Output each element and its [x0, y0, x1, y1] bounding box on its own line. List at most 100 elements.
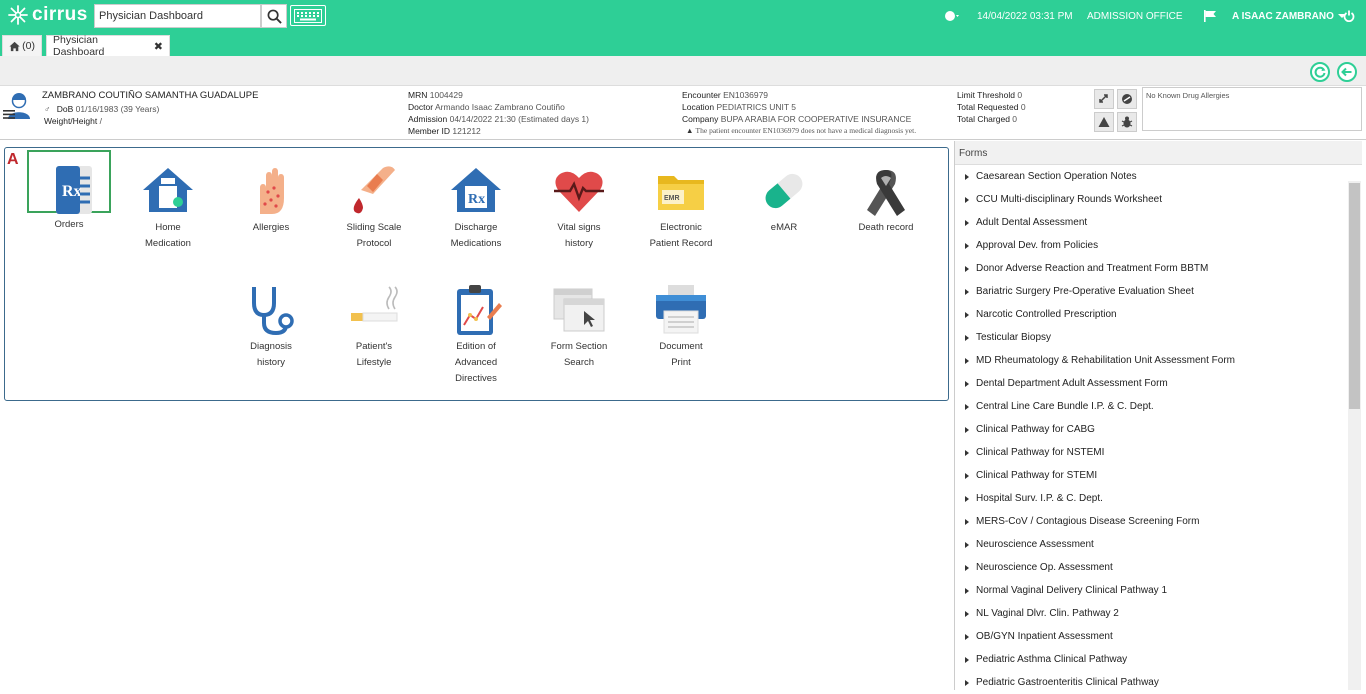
tile-allergies[interactable]: Allergies	[226, 164, 316, 236]
office-name[interactable]: ADMISSION OFFICE	[1087, 0, 1183, 32]
search-button[interactable]	[261, 4, 287, 28]
form-list-item[interactable]: NL Vaginal Dlvr. Clin. Pathway 2	[955, 602, 1347, 625]
form-list-item[interactable]: Hospital Surv. I.P. & C. Dept.	[955, 487, 1347, 510]
discharge-label-1: Discharge	[454, 222, 498, 233]
emar-label: eMAR	[770, 222, 798, 233]
home-medication-label-2: Medication	[145, 238, 191, 249]
search-input[interactable]	[94, 4, 261, 28]
vital-signs-label-2: history	[565, 238, 593, 249]
window-cursor-icon	[553, 288, 605, 332]
tab-label: Physician Dashboard	[53, 34, 105, 58]
form-list-item[interactable]: Donor Adverse Reaction and Treatment For…	[955, 257, 1347, 280]
encounter-value: EN1036979	[723, 90, 769, 100]
refresh-icon[interactable]	[1310, 62, 1330, 82]
advanced-directives-label-3: Directives	[455, 373, 497, 384]
tab-physician-dashboard[interactable]: Physician Dashboard ✖	[46, 34, 170, 58]
back-icon[interactable]	[1337, 62, 1357, 82]
form-list-item[interactable]: Bariatric Surgery Pre-Operative Evaluati…	[955, 280, 1347, 303]
caret-right-icon	[965, 564, 969, 571]
form-item-label: Pediatric Asthma Clinical Pathway	[976, 654, 1128, 665]
form-list-item[interactable]: Clinical Pathway for CABG	[955, 418, 1347, 441]
tile-emar[interactable]: eMAR	[739, 164, 829, 236]
caret-right-icon	[965, 633, 969, 640]
menu-icon[interactable]	[3, 110, 15, 119]
form-list-item[interactable]: Neuroscience Assessment	[955, 533, 1347, 556]
tab-home[interactable]: (0)	[2, 35, 42, 56]
orders-label: Orders	[54, 219, 84, 230]
tile-patient-lifestyle[interactable]: Patient's Lifestyle	[329, 283, 419, 371]
forms-list: Caesarean Section Operation Notes CCU Mul…	[955, 165, 1347, 694]
form-item-label: Testicular Biopsy	[976, 332, 1052, 343]
death-record-label: Death record	[858, 222, 914, 233]
charged-value: 0	[1012, 114, 1018, 124]
member-id-label: Member ID	[408, 126, 451, 136]
snowflake-icon	[8, 5, 28, 25]
form-list-item[interactable]: Adult Dental Assessment	[955, 211, 1347, 234]
tile-vital-signs[interactable]: Vital signs history	[534, 164, 624, 252]
bug-icon	[1121, 116, 1133, 128]
dob-label: DoB	[56, 104, 74, 114]
tile-advanced-directives[interactable]: Edition of Advanced Directives	[431, 283, 521, 387]
form-list-item[interactable]: Dental Department Adult Assessment Form	[955, 372, 1347, 395]
forms-scrollbar[interactable]	[1348, 181, 1361, 690]
form-item-label: MERS-CoV / Contagious Disease Screening …	[976, 516, 1200, 527]
globe-button[interactable]	[944, 0, 960, 32]
form-item-label: MD Rheumatology & Rehabilitation Unit As…	[976, 355, 1235, 366]
form-list-item[interactable]: Testicular Biopsy	[955, 326, 1347, 349]
logout-button[interactable]	[1343, 0, 1355, 32]
diagnosis-label-2: history	[257, 357, 285, 368]
tile-electronic-patient-record[interactable]: EMR Electronic Patient Record	[636, 164, 726, 252]
warning-button[interactable]	[1094, 112, 1114, 132]
home-medication-icon	[143, 168, 193, 212]
charged-label: Total Charged	[957, 114, 1010, 124]
tile-death-record[interactable]: Death record	[841, 164, 931, 236]
form-list-item[interactable]: Clinical Pathway for STEMI	[955, 464, 1347, 487]
flag-button[interactable]	[1203, 0, 1217, 32]
form-list-item[interactable]: Neuroscience Op. Assessment	[955, 556, 1347, 579]
form-list-item[interactable]: MD Rheumatology & Rehabilitation Unit As…	[955, 349, 1347, 372]
blood-drop-icon	[353, 166, 395, 214]
form-list-item[interactable]: MERS-CoV / Contagious Disease Screening …	[955, 510, 1347, 533]
user-name: A ISAAC ZAMBRANO	[1232, 10, 1334, 22]
pill-icon	[765, 173, 803, 209]
caret-right-icon	[965, 610, 969, 617]
top-bar: cirrus 14/04/2022 03:31 PM ADMISSION OFF…	[0, 0, 1366, 32]
alert-button[interactable]	[1117, 89, 1137, 109]
form-list-item[interactable]: Caesarean Section Operation Notes	[955, 165, 1347, 188]
form-list-item[interactable]: Clinical Pathway for NSTEMI	[955, 441, 1347, 464]
caret-right-icon	[965, 219, 969, 226]
keyboard-button[interactable]	[290, 5, 326, 26]
tile-orders[interactable]: Rx Orders	[27, 150, 111, 230]
form-list-item[interactable]: Pediatric Gastroenteritis Clinical Pathw…	[955, 671, 1347, 694]
scrollbar-thumb[interactable]	[1349, 183, 1360, 409]
company-value: BUPA ARABIA FOR COOPERATIVE INSURANCE	[720, 114, 912, 124]
bug-button[interactable]	[1117, 112, 1137, 132]
form-list-item[interactable]: Normal Vaginal Delivery Clinical Pathway…	[955, 579, 1347, 602]
form-list-item[interactable]: OB/GYN Inpatient Assessment	[955, 625, 1347, 648]
tile-sliding-scale[interactable]: Sliding Scale Protocol	[329, 164, 419, 252]
mrn-value: 1004429	[429, 90, 463, 100]
form-section-label-1: Form Section	[550, 341, 608, 352]
tile-document-print[interactable]: Document Print	[636, 283, 726, 371]
tile-form-section-search[interactable]: Form Section Search	[534, 283, 624, 371]
form-item-label: Caesarean Section Operation Notes	[976, 171, 1137, 182]
form-list-item[interactable]: Central Line Care Bundle I.P. & C. Dept.	[955, 395, 1347, 418]
form-list-item[interactable]: CCU Multi-disciplinary Rounds Worksheet	[955, 188, 1347, 211]
cirrus-logo[interactable]: cirrus	[8, 4, 88, 26]
brand-name: cirrus	[32, 4, 88, 25]
doctor-value: Armando Isaac Zambrano Coutiño	[434, 102, 565, 112]
form-list-item[interactable]: Approval Dev. from Policies	[955, 234, 1347, 257]
form-item-label: Clinical Pathway for NSTEMI	[976, 447, 1105, 458]
form-item-label: Clinical Pathway for CABG	[976, 424, 1095, 435]
form-list-item[interactable]: Narcotic Controlled Prescription	[955, 303, 1347, 326]
admission-label: Admission	[408, 114, 448, 124]
close-icon[interactable]: ✖	[154, 40, 163, 53]
advanced-directives-label-2: Advanced	[454, 357, 498, 368]
user-menu[interactable]: A ISAAC ZAMBRANO	[1232, 0, 1347, 32]
tile-diagnosis-history[interactable]: Diagnosis history	[226, 283, 316, 371]
form-list-item[interactable]: Pediatric Asthma Clinical Pathway	[955, 648, 1347, 671]
caret-right-icon	[965, 265, 969, 272]
tile-home-medication[interactable]: Home Medication	[123, 164, 213, 252]
tile-discharge-medications[interactable]: Rx Discharge Medications	[431, 164, 521, 252]
transfer-button[interactable]	[1094, 89, 1114, 109]
